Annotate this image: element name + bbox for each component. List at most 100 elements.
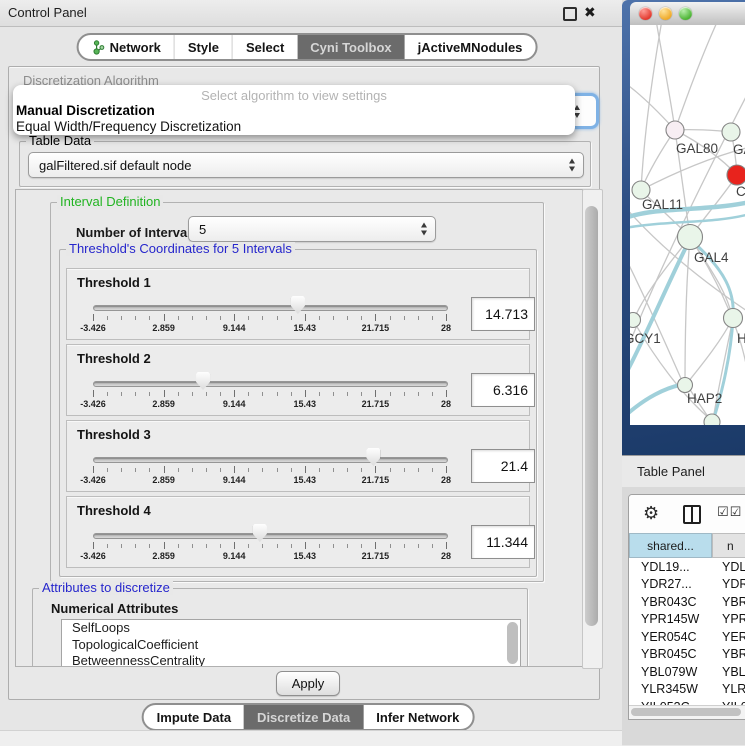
network-window-titlebar[interactable] (630, 2, 745, 26)
column-header-name[interactable]: n (712, 533, 745, 558)
node-label: GAL11 (642, 197, 683, 212)
tick-mark (93, 390, 94, 397)
vertical-scrollbar[interactable] (582, 189, 603, 669)
tick-mark (220, 392, 221, 396)
tick-mark (390, 468, 391, 472)
threshold-label: Threshold 2 (77, 351, 151, 366)
table-toolbar: ⚙ ☑☑ (629, 495, 745, 533)
attribute-list-item[interactable]: BetweennessCentrality (62, 653, 520, 667)
table-row[interactable]: YER054CYER0 (629, 628, 745, 646)
network-node-c[interactable] (727, 165, 745, 185)
algorithm-option-equal-width[interactable]: Equal Width/Frequency Discretization (16, 119, 241, 134)
slider-track[interactable] (93, 381, 448, 387)
tick-label: -3.426 (80, 475, 106, 485)
table-data-group: Table Data galFiltered.sif default node (19, 141, 591, 187)
horizontal-scrollbar[interactable] (629, 705, 745, 719)
threshold-slider[interactable]: -3.4262.8599.14415.4321.71528 (93, 445, 448, 485)
network-canvas[interactable]: GAL80GACGAL11GAL4GCY1HHAP2 (630, 25, 745, 425)
cell-shared-name: YBR045C (629, 647, 712, 661)
table-row[interactable]: YBR045CYBR0 (629, 646, 745, 664)
slider-thumb[interactable] (291, 296, 305, 314)
network-node-gal80[interactable] (666, 121, 684, 139)
tick-mark (135, 316, 136, 320)
tick-mark (178, 468, 179, 472)
slider-thumb[interactable] (253, 524, 267, 542)
slider-track[interactable] (93, 457, 448, 463)
tab-infer-network[interactable]: Infer Network (363, 705, 472, 729)
tick-label: 2.859 (152, 551, 175, 561)
split-columns-icon[interactable] (683, 505, 701, 524)
thresholds-group-label: Threshold's Coordinates for 5 Intervals (66, 242, 295, 256)
table-row[interactable]: YDL19...YDL1 (629, 558, 745, 576)
table-row[interactable]: YLR345WYLR3 (629, 681, 745, 699)
tab-style[interactable]: Style (174, 35, 232, 59)
vertical-scrollbar-thumb[interactable] (585, 206, 598, 626)
slider-tick-labels: -3.4262.8599.14415.4321.71528 (93, 475, 446, 485)
mac-minimize-button[interactable] (659, 7, 672, 20)
threshold-slider[interactable]: -3.4262.8599.14415.4321.71528 (93, 521, 448, 561)
slider-ticks (93, 314, 446, 322)
slider-thumb[interactable] (366, 448, 380, 466)
tick-mark (107, 468, 108, 472)
network-node-h[interactable] (724, 309, 743, 328)
tick-mark (206, 544, 207, 548)
cell-name: YPR1 (712, 612, 745, 626)
network-node-gcy1[interactable] (630, 313, 641, 328)
node-label: GAL4 (694, 250, 729, 265)
threshold-panel: Threshold 3 -3.4262.8599.14415.4321.7152… (66, 420, 530, 492)
tick-mark (361, 544, 362, 548)
table-row[interactable]: YPR145WYPR1 (629, 611, 745, 629)
slider-track[interactable] (93, 533, 448, 539)
table-row[interactable]: YDR27...YDR2 (629, 576, 745, 594)
network-node[interactable] (704, 414, 720, 425)
mac-close-button[interactable] (639, 7, 652, 20)
tick-mark (277, 544, 278, 548)
tab-cyni-toolbox[interactable]: Cyni Toolbox (297, 35, 404, 59)
threshold-value-field[interactable]: 6.316 (471, 373, 535, 407)
close-icon[interactable]: ✖ (584, 4, 596, 21)
tick-mark (305, 542, 306, 549)
combo-stepper-icon (569, 159, 575, 172)
tick-label: 15.43 (294, 475, 317, 485)
mac-zoom-button[interactable] (679, 7, 692, 20)
tab-jactivemnodules[interactable]: jActiveMNodules (405, 35, 536, 59)
tab-select[interactable]: Select (232, 35, 297, 59)
tick-mark (446, 542, 447, 549)
tick-mark (135, 392, 136, 396)
table-row[interactable]: YBR043CYBR0 (629, 593, 745, 611)
slider-thumb[interactable] (196, 372, 210, 390)
network-node-ga[interactable] (722, 123, 740, 141)
column-header-shared-name[interactable]: shared... (629, 533, 712, 558)
cell-name: YLR3 (712, 682, 745, 696)
threshold-slider[interactable]: -3.4262.8599.14415.4321.71528 (93, 369, 448, 409)
tick-mark (178, 316, 179, 320)
threshold-value-field[interactable]: 21.4 (471, 449, 535, 483)
threshold-slider[interactable]: -3.4262.8599.14415.4321.71528 (93, 293, 448, 333)
number-of-intervals-value: 5 (199, 222, 206, 237)
tab-network[interactable]: Network (79, 35, 174, 59)
horizontal-scrollbar-thumb[interactable] (631, 708, 741, 716)
gear-icon[interactable]: ⚙ (643, 502, 659, 524)
table-data-selected-value: galFiltered.sif default node (39, 158, 191, 173)
algorithm-option-manual[interactable]: Manual Discretization (16, 103, 155, 118)
table-row[interactable]: YBL079WYBL0 (629, 663, 745, 681)
cell-name: YDL1 (712, 560, 745, 574)
tick-mark (248, 316, 249, 320)
slider-track[interactable] (93, 305, 448, 311)
table-panel-header: Table Panel (622, 455, 745, 488)
apply-button[interactable]: Apply (276, 671, 340, 696)
threshold-value-field[interactable]: 14.713 (471, 297, 535, 331)
tab-discretize-data[interactable]: Discretize Data (244, 705, 363, 729)
number-of-intervals-combobox[interactable]: 5 (188, 216, 436, 242)
float-window-icon[interactable] (563, 7, 577, 21)
attributes-list-scrollbar[interactable] (507, 622, 518, 664)
table-data-combobox[interactable]: galFiltered.sif default node (28, 152, 584, 178)
numerical-attributes-list[interactable]: SelfLoopsTopologicalCoefficientBetweenne… (61, 619, 521, 667)
checkbox-icons[interactable]: ☑☑ (717, 504, 742, 520)
tab-impute-data[interactable]: Impute Data (144, 705, 244, 729)
attribute-list-item[interactable]: TopologicalCoefficient (62, 637, 520, 654)
attribute-list-item[interactable]: SelfLoops (62, 620, 520, 637)
threshold-value-field[interactable]: 11.344 (471, 525, 535, 559)
tick-mark (262, 544, 263, 548)
network-node-gal4[interactable] (678, 225, 703, 250)
